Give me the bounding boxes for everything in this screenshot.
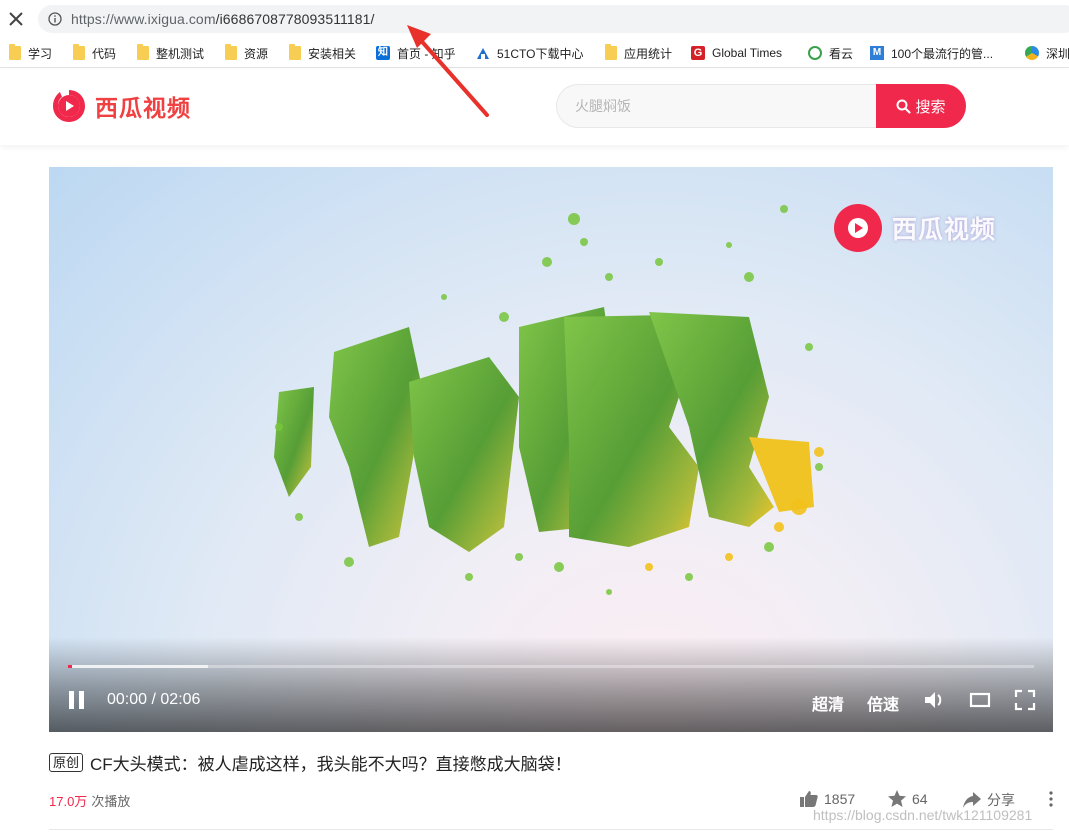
url-path: /i6686708778093511181/	[215, 11, 375, 27]
video-title-row: 原创 CF大头模式：被人虐成这样，我头能不大吗？直接憋成大脑袋！	[49, 750, 572, 775]
progress-played	[68, 665, 72, 668]
search-icon	[896, 99, 912, 114]
global-times-icon: G	[691, 46, 705, 60]
csdn-watermark: https://blog.csdn.net/twk121109281	[813, 807, 1033, 823]
widescreen-icon[interactable]	[969, 690, 991, 710]
folder-icon	[137, 44, 149, 60]
xigua-watermark-icon	[834, 204, 882, 252]
progress-bar[interactable]	[68, 665, 1034, 668]
bookmark-zhihu[interactable]: 知首页 - 知乎	[376, 44, 456, 62]
bookmark-label: 51CTO下载中心	[497, 46, 584, 61]
watermark-text: 西瓜视频	[892, 215, 997, 244]
bookmark-zhengji[interactable]: 整机测试	[137, 44, 204, 62]
duration: 02:06	[160, 691, 201, 708]
time-separator: /	[147, 691, 161, 708]
bookmark-shenzhen[interactable]: 深圳	[1025, 44, 1069, 62]
divider	[49, 829, 1053, 830]
video-title: CF大头模式：被人虐成这样，我头能不大吗？直接憋成大脑袋！	[90, 755, 572, 774]
bookmark-label: 深圳	[1046, 46, 1069, 61]
bookmark-daima[interactable]: 代码	[73, 44, 116, 62]
url-text[interactable]: https://www.ixigua.com/i6686708778093511…	[71, 11, 375, 27]
favorite-count: 64	[912, 790, 928, 807]
star-icon	[888, 790, 906, 807]
bookmark-yingyong[interactable]: 应用统计	[605, 44, 672, 62]
info-icon[interactable]	[48, 12, 62, 26]
bookmark-label: 资源	[244, 46, 269, 61]
time-display: 00:00 / 02:06	[107, 691, 200, 709]
current-time: 00:00	[107, 691, 148, 708]
bookmark-label: 首页 - 知乎	[397, 46, 456, 61]
bookmark-label: 学习	[28, 46, 53, 61]
bookmark-100[interactable]: M 100个最流行的管...	[870, 44, 993, 62]
search-button[interactable]: 搜索	[876, 84, 966, 128]
favorite-button[interactable]: 64	[888, 790, 928, 807]
like-count: 1857	[824, 790, 856, 807]
url-bar[interactable]: https://www.ixigua.com/i6686708778093511…	[38, 5, 1069, 33]
thumbs-up-icon	[800, 791, 818, 807]
bookmark-label: Global Times	[712, 46, 783, 60]
51cto-icon	[476, 46, 490, 60]
xigua-logo[interactable]: 西瓜视频	[50, 87, 191, 125]
logo-text: 西瓜视频	[95, 96, 191, 122]
bookmark-51cto[interactable]: 51CTO下载中心	[476, 44, 583, 62]
bookmark-label: 应用统计	[624, 46, 673, 61]
search-input[interactable]	[556, 84, 886, 128]
like-button[interactable]: 1857	[800, 790, 855, 807]
controls-gradient	[49, 637, 1053, 732]
zhihu-icon: 知	[376, 46, 390, 60]
bookmark-global-times[interactable]: G Global Times	[691, 44, 782, 62]
bookmarks-bar: 学习 代码 整机测试 资源 安装相关 知首页 - 知乎 51CTO下载中心 应用…	[0, 38, 1069, 68]
bookmark-label: 安装相关	[308, 46, 357, 61]
bookmark-label: 看云	[829, 46, 854, 61]
view-count-number: 17.0万	[49, 794, 88, 809]
search-box: 搜索	[556, 84, 966, 128]
quality-button[interactable]: 超清	[812, 691, 844, 715]
bookmark-label: 100个最流行的管...	[891, 46, 994, 61]
folder-icon	[9, 44, 21, 60]
site-header: 西瓜视频 搜索	[0, 69, 1069, 145]
original-badge: 原创	[49, 753, 84, 772]
bookmark-label: 整机测试	[156, 46, 205, 61]
bookmark-kanyun[interactable]: 看云	[808, 44, 853, 62]
search-button-label: 搜索	[915, 98, 946, 116]
folder-icon	[289, 44, 301, 60]
bookmark-anzhuang[interactable]: 安装相关	[289, 44, 356, 62]
pause-icon[interactable]	[66, 689, 88, 711]
folder-icon	[73, 44, 85, 60]
folder-icon	[225, 44, 237, 60]
bookmark-ziyuan[interactable]: 资源	[225, 44, 268, 62]
shenzhen-icon	[1025, 46, 1039, 60]
kanyun-icon	[808, 46, 822, 60]
speed-button[interactable]: 倍速	[867, 691, 899, 715]
progress-buffered	[68, 665, 209, 668]
share-icon	[963, 792, 981, 808]
bookmark-label: 代码	[92, 46, 117, 61]
xigua-logo-icon	[53, 90, 85, 122]
view-count: 17.0万 次播放	[49, 791, 130, 810]
view-count-label: 次播放	[91, 794, 131, 809]
volume-icon[interactable]	[923, 689, 945, 711]
fullscreen-icon[interactable]	[1014, 689, 1036, 711]
url-host: https://www.ixigua.com	[71, 11, 216, 27]
stop-loading-icon[interactable]	[6, 9, 26, 29]
address-bar-row: https://www.ixigua.com/i6686708778093511…	[0, 0, 1069, 38]
video-player[interactable]: 西瓜视频 00:00 / 02:06 超清 倍速	[49, 167, 1053, 732]
folder-icon	[605, 44, 617, 60]
m-icon: M	[870, 46, 884, 60]
more-options-icon[interactable]	[1047, 790, 1055, 808]
video-watermark: 西瓜视频	[832, 202, 996, 254]
bookmark-xuexi[interactable]: 学习	[9, 44, 52, 62]
